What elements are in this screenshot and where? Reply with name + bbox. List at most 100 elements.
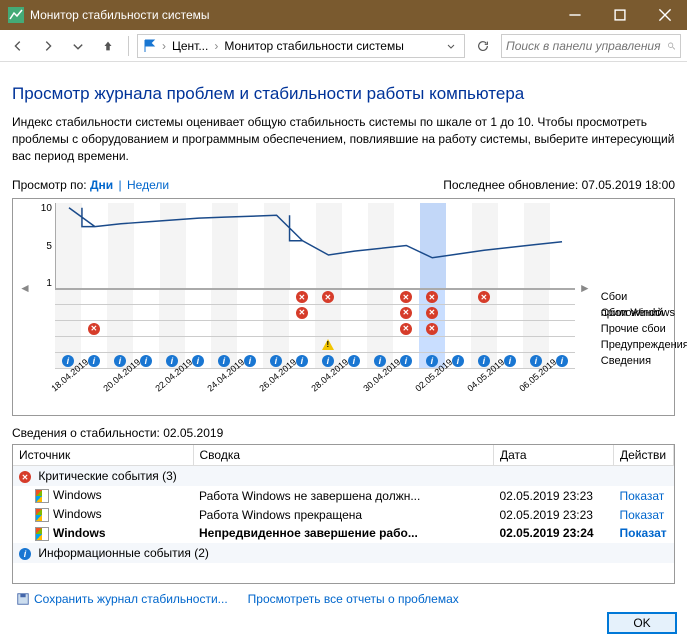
grid-cell[interactable]: [81, 305, 107, 320]
grid-cell[interactable]: [289, 305, 315, 320]
action-link[interactable]: Показат: [620, 489, 665, 503]
grid-cell[interactable]: [289, 321, 315, 336]
grid-cell[interactable]: [289, 290, 315, 304]
back-button[interactable]: [6, 34, 30, 58]
col-source[interactable]: Источник: [13, 445, 193, 466]
chart-plot[interactable]: [55, 203, 575, 289]
view-all-reports-link[interactable]: Просмотреть все отчеты о проблемах: [248, 592, 459, 606]
grid-cell[interactable]: [419, 290, 445, 304]
grid-cell[interactable]: [55, 290, 81, 304]
grid-cell[interactable]: [497, 321, 523, 336]
grid-cell[interactable]: [237, 305, 263, 320]
grid-cell[interactable]: [341, 337, 367, 352]
grid-cell[interactable]: [107, 321, 133, 336]
breadcrumb-item-1[interactable]: Цент...: [170, 39, 210, 53]
grid-cell[interactable]: [133, 305, 159, 320]
chart-scroll-right[interactable]: ►: [579, 203, 591, 373]
grid-cell[interactable]: [445, 290, 471, 304]
search-box[interactable]: [501, 34, 681, 58]
grid-cell[interactable]: [263, 305, 289, 320]
grid-cell[interactable]: [159, 337, 185, 352]
grid-cell[interactable]: [367, 337, 393, 352]
forward-button[interactable]: [36, 34, 60, 58]
grid-cell[interactable]: [419, 337, 445, 352]
grid-cell[interactable]: [107, 290, 133, 304]
grid-cell[interactable]: [419, 305, 445, 320]
details-table-wrap[interactable]: Источник Сводка Дата Действи Критические…: [12, 444, 675, 584]
maximize-button[interactable]: [597, 0, 642, 30]
grid-cell[interactable]: [315, 337, 341, 352]
search-input[interactable]: [506, 39, 663, 53]
grid-cell[interactable]: [523, 337, 549, 352]
grid-cell[interactable]: [523, 290, 549, 304]
grid-cell[interactable]: [159, 321, 185, 336]
grid-cell[interactable]: [133, 290, 159, 304]
grid-cell[interactable]: [133, 337, 159, 352]
grid-cell[interactable]: [315, 290, 341, 304]
grid-cell[interactable]: [315, 321, 341, 336]
grid-cell[interactable]: [55, 337, 81, 352]
grid-cell[interactable]: [185, 305, 211, 320]
grid-cell[interactable]: [315, 305, 341, 320]
recent-dropdown[interactable]: [66, 34, 90, 58]
breadcrumb-dropdown[interactable]: [442, 41, 460, 51]
action-link[interactable]: Показат: [620, 508, 665, 522]
grid-cell[interactable]: [185, 337, 211, 352]
grid-cell[interactable]: [523, 305, 549, 320]
chart-scroll-left[interactable]: ◄: [19, 203, 31, 373]
grid-cell[interactable]: [341, 321, 367, 336]
chart-area[interactable]: 10 5 1 18.04.201920.04.201922.04.201924.…: [35, 203, 575, 411]
grid-cell[interactable]: [445, 305, 471, 320]
grid-cell[interactable]: [393, 337, 419, 352]
grid-cell[interactable]: [445, 337, 471, 352]
grid-cell[interactable]: [471, 290, 497, 304]
grid-cell[interactable]: [549, 337, 575, 352]
grid-cell[interactable]: [445, 321, 471, 336]
grid-cell[interactable]: [497, 290, 523, 304]
grid-cell[interactable]: [523, 321, 549, 336]
grid-cell[interactable]: [549, 305, 575, 320]
search-icon[interactable]: [667, 39, 676, 53]
group-info[interactable]: Информационные события (2): [13, 543, 674, 563]
grid-cell[interactable]: [211, 321, 237, 336]
grid-cell[interactable]: [237, 321, 263, 336]
grid-cell[interactable]: [185, 321, 211, 336]
grid-cell[interactable]: [211, 305, 237, 320]
grid-cell[interactable]: [211, 290, 237, 304]
grid-cell[interactable]: [263, 290, 289, 304]
grid-cell[interactable]: [497, 305, 523, 320]
grid-cell[interactable]: [81, 290, 107, 304]
grid-cell[interactable]: [289, 337, 315, 352]
minimize-button[interactable]: [552, 0, 597, 30]
view-days-link[interactable]: Дни: [90, 178, 113, 192]
breadcrumb[interactable]: › Цент... › Монитор стабильности системы: [137, 34, 465, 58]
table-row[interactable]: Windows Работа Windows не завершена долж…: [13, 486, 674, 505]
grid-cell[interactable]: [107, 305, 133, 320]
grid-cell[interactable]: [471, 305, 497, 320]
table-row[interactable]: Windows Работа Windows прекращена 02.05.…: [13, 505, 674, 524]
refresh-button[interactable]: [471, 34, 495, 58]
chart-grid[interactable]: [55, 289, 575, 369]
grid-cell[interactable]: [159, 290, 185, 304]
group-critical[interactable]: Критические события (3): [13, 466, 674, 487]
grid-cell[interactable]: [549, 290, 575, 304]
ok-button[interactable]: OK: [607, 612, 677, 634]
view-weeks-link[interactable]: Недели: [127, 178, 169, 192]
table-row[interactable]: Windows Непредвиденное завершение рабо..…: [13, 524, 674, 543]
grid-cell[interactable]: [497, 337, 523, 352]
grid-cell[interactable]: [471, 321, 497, 336]
grid-cell[interactable]: [341, 305, 367, 320]
grid-cell[interactable]: [159, 305, 185, 320]
grid-cell[interactable]: [55, 305, 81, 320]
grid-cell[interactable]: [419, 321, 445, 336]
grid-cell[interactable]: [185, 290, 211, 304]
grid-cell[interactable]: [393, 305, 419, 320]
grid-cell[interactable]: [341, 290, 367, 304]
grid-cell[interactable]: [81, 337, 107, 352]
breadcrumb-item-2[interactable]: Монитор стабильности системы: [222, 39, 406, 53]
grid-cell[interactable]: [471, 337, 497, 352]
up-button[interactable]: [96, 34, 120, 58]
grid-cell[interactable]: [549, 321, 575, 336]
grid-cell[interactable]: [367, 290, 393, 304]
grid-cell[interactable]: [367, 321, 393, 336]
